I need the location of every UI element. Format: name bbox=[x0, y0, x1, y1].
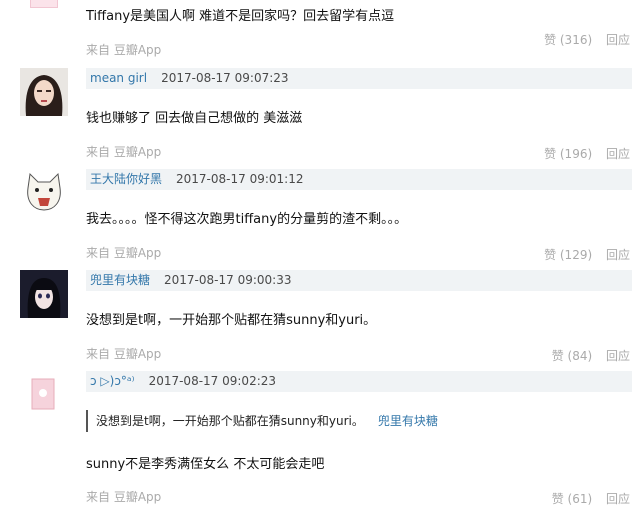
reply-button[interactable]: 回应 bbox=[606, 349, 630, 363]
comment-source: 来自 豆瓣App bbox=[86, 145, 162, 159]
comment-content: 我去。。。。怪不得这次跑男tiffany的分量剪的渣不剩。。。 bbox=[86, 212, 408, 227]
comment-username[interactable]: ↄ ▷)ↄ°ᵃ⁾ bbox=[90, 374, 135, 388]
comment-content: Tiffany是美国人啊 难道不是回家吗？回去留学有点逗 bbox=[86, 9, 395, 24]
comment-actions: 赞 (61) 回应 bbox=[542, 490, 630, 507]
comment-time: 2017-08-17 09:07:23 bbox=[161, 71, 289, 85]
comment-username[interactable]: mean girl bbox=[90, 71, 147, 85]
avatar[interactable] bbox=[30, 0, 58, 8]
comment-source: 来自 豆瓣App bbox=[86, 43, 162, 57]
comment-time: 2017-08-17 09:00:33 bbox=[164, 273, 292, 287]
comment-actions: 赞 (316) 回应 bbox=[534, 31, 630, 48]
comment-header: ↄ ▷)ↄ°ᵃ⁾ 2017-08-17 09:02:23 bbox=[86, 371, 632, 392]
comment-header: mean girl 2017-08-17 09:07:23 bbox=[86, 68, 632, 89]
comment-time: 2017-08-17 09:02:23 bbox=[148, 374, 277, 388]
comment-source: 来自 豆瓣App bbox=[86, 490, 162, 504]
comment-content: sunny不是李秀满侄女么 不太可能会走吧 bbox=[86, 457, 325, 472]
comment-header: 兜里有块糖 2017-08-17 09:00:33 bbox=[86, 270, 632, 291]
like-button[interactable]: 赞 (196) bbox=[544, 147, 592, 161]
like-button[interactable]: 赞 (316) bbox=[544, 33, 592, 47]
quoted-text: 没想到是t啊，一开始那个贴都在猜sunny和yuri。 bbox=[96, 414, 364, 428]
comment-source: 来自 豆瓣App bbox=[86, 347, 162, 361]
reply-button[interactable]: 回应 bbox=[606, 33, 630, 47]
comment-content: 没想到是t啊，一开始那个贴都在猜sunny和yuri。 bbox=[86, 313, 377, 328]
comment-actions: 赞 (196) 回应 bbox=[534, 145, 630, 162]
quoted-reply: 没想到是t啊，一开始那个贴都在猜sunny和yuri。 兜里有块糖 bbox=[86, 410, 632, 432]
comment-content: 钱也赚够了 回去做自己想做的 美滋滋 bbox=[86, 111, 303, 126]
comment-time: 2017-08-17 09:01:12 bbox=[176, 172, 304, 186]
reply-button[interactable]: 回应 bbox=[606, 492, 630, 506]
reply-button[interactable]: 回应 bbox=[606, 147, 630, 161]
comment-actions: 赞 (84) 回应 bbox=[542, 347, 630, 364]
comment-header: 王大陆你好黑 2017-08-17 09:01:12 bbox=[86, 169, 632, 190]
like-button[interactable]: 赞 (61) bbox=[552, 492, 592, 506]
comment-username[interactable]: 兜里有块糖 bbox=[90, 273, 150, 287]
avatar[interactable] bbox=[20, 68, 68, 116]
comment-source: 来自 豆瓣App bbox=[86, 246, 162, 260]
like-button[interactable]: 赞 (129) bbox=[544, 248, 592, 262]
quoted-username[interactable]: 兜里有块糖 bbox=[378, 414, 438, 428]
comment-actions: 赞 (129) 回应 bbox=[534, 246, 630, 263]
like-button[interactable]: 赞 (84) bbox=[552, 349, 592, 363]
avatar[interactable] bbox=[20, 371, 68, 419]
avatar[interactable] bbox=[20, 168, 68, 216]
comment-username[interactable]: 王大陆你好黑 bbox=[90, 172, 162, 186]
reply-button[interactable]: 回应 bbox=[606, 248, 630, 262]
avatar[interactable] bbox=[20, 270, 68, 318]
